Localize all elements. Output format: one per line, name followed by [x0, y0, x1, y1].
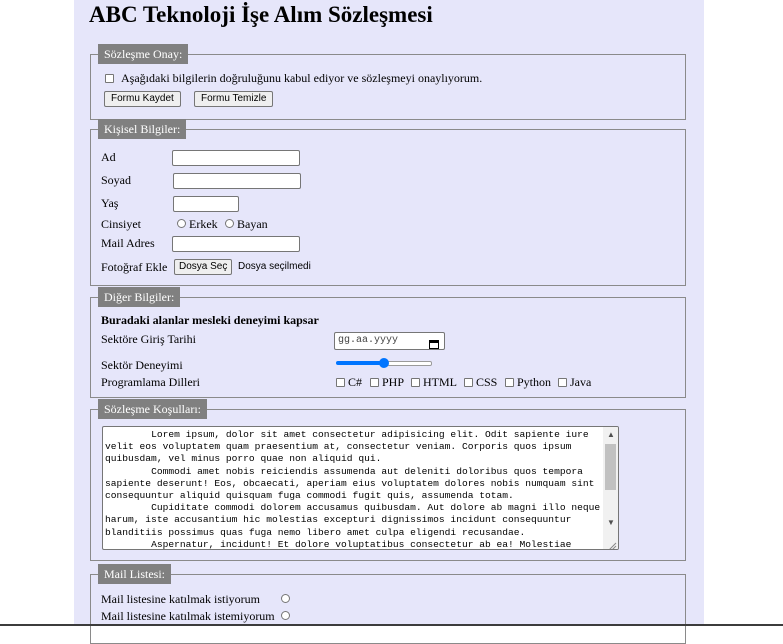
bayan-radio[interactable]: [225, 219, 234, 228]
scroll-up-icon[interactable]: ▲: [607, 431, 615, 439]
mail-input[interactable]: [172, 236, 300, 252]
mail-no-radio[interactable]: [281, 611, 290, 620]
lang-java-label: Java: [570, 375, 592, 389]
calendar-icon[interactable]: [429, 336, 439, 349]
lang-python-checkbox[interactable]: [505, 378, 514, 387]
form-page: ABC Teknoloji İşe Alım Sözleşmesi Sözleş…: [74, 0, 704, 644]
lang-css-checkbox[interactable]: [464, 378, 473, 387]
soyad-input[interactable]: [173, 173, 301, 189]
scroll-down-icon[interactable]: ▼: [607, 519, 615, 527]
mail-label: Mail Adres: [101, 236, 155, 250]
fieldset-diger: Diğer Bilgiler: Buradaki alanlar mesleki…: [90, 287, 686, 398]
terms-text: Lorem ipsum, dolor sit amet consectetur …: [105, 429, 601, 550]
bayan-label: Bayan: [237, 217, 268, 231]
page-title: ABC Teknoloji İşe Alım Sözleşmesi: [89, 2, 433, 27]
fieldset-mail: Mail Listesi: Mail listesine katılmak is…: [90, 564, 686, 644]
erkek-label: Erkek: [189, 217, 218, 231]
legend-kosullar: Sözleşme Koşulları:: [98, 399, 207, 419]
file-status: Dosya seçilmedi: [238, 261, 311, 272]
soyad-label: Soyad: [101, 173, 131, 187]
cinsiyet-label: Cinsiyet: [101, 217, 142, 231]
foto-label: Fotoğraf Ekle: [101, 260, 168, 274]
terms-textarea[interactable]: Lorem ipsum, dolor sit amet consectetur …: [102, 426, 619, 550]
save-form-button[interactable]: Formu Kaydet: [104, 91, 181, 107]
legend-onay: Sözleşme Onay:: [98, 44, 189, 64]
lang-java-checkbox[interactable]: [558, 378, 567, 387]
date-input[interactable]: gg.aa.yyyy: [334, 332, 445, 350]
terms-scrollbar[interactable]: ▲ ▼: [603, 427, 618, 549]
lang-html-checkbox[interactable]: [411, 378, 420, 387]
yas-label: Yaş: [101, 196, 119, 210]
mail-no-label: Mail listesine katılmak istemiyorum: [101, 609, 275, 623]
fieldset-kisisel: Kişisel Bilgiler: Ad Soyad Yaş Cinsiyet …: [90, 119, 686, 286]
lang-css-label: CSS: [476, 375, 498, 389]
lang-html-label: HTML: [423, 375, 457, 389]
lang-csharp-label: C#: [348, 375, 363, 389]
yas-input[interactable]: [173, 196, 239, 212]
slider-thumb[interactable]: [379, 358, 389, 368]
approve-checkbox[interactable]: [105, 74, 114, 83]
date-placeholder: gg.aa.yyyy: [338, 335, 399, 346]
lang-python-label: Python: [517, 375, 552, 389]
mail-yes-label: Mail listesine katılmak istiyorum: [101, 592, 260, 606]
approve-label: Aşağıdaki bilgilerin doğruluğunu kabul e…: [121, 71, 483, 85]
slider-fill: [336, 361, 381, 365]
resize-grip-icon[interactable]: [607, 538, 617, 549]
diger-intro: Buradaki alanlar mesleki deneyimi kapsar: [101, 313, 319, 327]
fieldset-kosullar: Sözleşme Koşulları: Lorem ipsum, dolor s…: [90, 399, 686, 561]
legend-mail: Mail Listesi:: [98, 564, 171, 584]
mail-yes-radio[interactable]: [281, 594, 290, 603]
slider-track: [387, 361, 432, 366]
legend-kisisel: Kişisel Bilgiler:: [98, 119, 187, 139]
experience-slider[interactable]: [336, 358, 432, 368]
ad-input[interactable]: [172, 150, 300, 166]
clear-form-button[interactable]: Formu Temizle: [194, 91, 274, 107]
lang-php-label: PHP: [382, 375, 405, 389]
giris-label: Sektöre Giriş Tarihi: [101, 332, 196, 346]
lang-php-checkbox[interactable]: [370, 378, 379, 387]
legend-diger: Diğer Bilgiler:: [98, 287, 181, 307]
erkek-radio[interactable]: [177, 219, 186, 228]
fieldset-onay: Sözleşme Onay: Aşağıdaki bilgilerin doğr…: [90, 44, 686, 120]
ad-label: Ad: [101, 150, 116, 164]
scroll-thumb[interactable]: [605, 444, 616, 490]
lang-csharp-checkbox[interactable]: [336, 378, 345, 387]
deneyim-label: Sektör Deneyimi: [101, 358, 183, 372]
diller-label: Programlama Dilleri: [101, 375, 200, 389]
choose-file-button[interactable]: Dosya Seç: [174, 259, 233, 275]
